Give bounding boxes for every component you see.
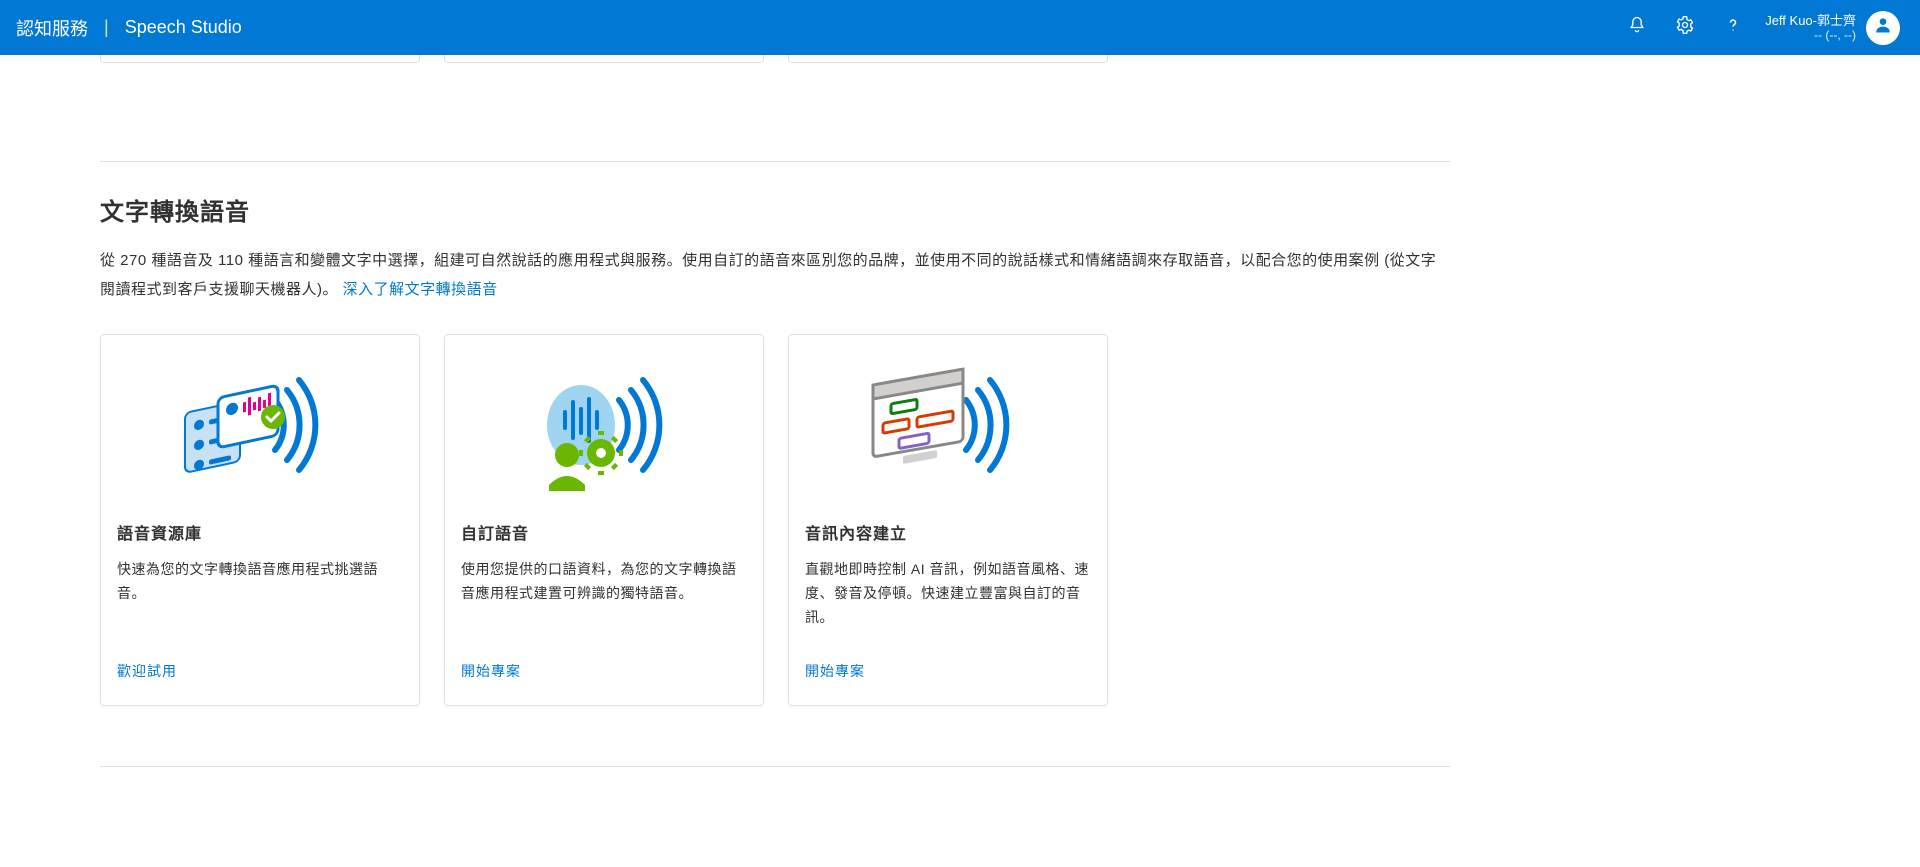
card-custom-voice[interactable]: 自訂語音 使用您提供的口語資料，為您的文字轉換語音應用程式建置可辨識的獨特語音。… (444, 334, 764, 706)
learn-more-link[interactable]: 深入了解文字轉換語音 (343, 281, 498, 298)
app-header: 認知服務 | Speech Studio Jef (0, 0, 1920, 55)
card-action-link[interactable]: 歡迎試用 (101, 629, 419, 681)
card-custom-voice-illustration (445, 335, 763, 520)
section-divider (100, 161, 1450, 162)
previous-card-row (100, 55, 1450, 115)
card-description: 直觀地即時控制 AI 音訊，例如語音風格、速度、發音及停頓。快速建立豐富與自訂的… (789, 558, 1107, 629)
user-name: Jeff Kuo-郭士齊 (1765, 13, 1856, 29)
avatar (1866, 11, 1900, 45)
brand: 認知服務 | Speech Studio (16, 15, 242, 41)
card-action-link[interactable]: 開始專案 (789, 629, 1107, 681)
section-description-text: 從 270 種語音及 110 種語言和變體文字中選擇，組建可自然說話的應用程式與… (100, 252, 1436, 298)
previous-card[interactable] (788, 55, 1108, 63)
card-action-link[interactable]: 開始專案 (445, 629, 763, 681)
bell-icon (1627, 15, 1647, 40)
section-divider (100, 766, 1450, 767)
brand-separator: | (98, 17, 115, 38)
content: 文字轉換語音 從 270 種語音及 110 種語言和變體文字中選擇，組建可自然說… (100, 55, 1450, 867)
custom-voice-icon (519, 355, 689, 500)
card-audio-content-creation[interactable]: 音訊內容建立 直觀地即時控制 AI 音訊，例如語音風格、速度、發音及停頓。快速建… (788, 334, 1108, 706)
audio-content-icon (863, 355, 1033, 500)
person-icon (1873, 15, 1893, 40)
settings-button[interactable] (1661, 0, 1709, 55)
voice-gallery-icon (175, 355, 345, 500)
user-subscription: -- (--, --) (1765, 28, 1856, 42)
brand-cognitive-services[interactable]: 認知服務 (16, 15, 88, 41)
card-voice-gallery[interactable]: 語音資源庫 快速為您的文字轉換語音應用程式挑選語音。 歡迎試用 (100, 334, 420, 706)
card-voice-gallery-illustration (101, 335, 419, 520)
section-title-tts: 文字轉換語音 (100, 192, 1450, 227)
brand-speech-studio[interactable]: Speech Studio (125, 17, 242, 38)
user-text: Jeff Kuo-郭士齊 -- (--, --) (1765, 13, 1856, 43)
section-description-tts: 從 270 種語音及 110 種語言和變體文字中選擇，組建可自然說話的應用程式與… (100, 247, 1450, 304)
previous-card[interactable] (100, 55, 420, 63)
card-audio-content-illustration (789, 335, 1107, 520)
notifications-button[interactable] (1613, 0, 1661, 55)
card-title: 音訊內容建立 (789, 520, 1107, 558)
card-description: 快速為您的文字轉換語音應用程式挑選語音。 (101, 558, 419, 629)
card-title: 自訂語音 (445, 520, 763, 558)
card-description: 使用您提供的口語資料，為您的文字轉換語音應用程式建置可辨識的獨特語音。 (445, 558, 763, 629)
card-title: 語音資源庫 (101, 520, 419, 558)
main-scroll[interactable]: 文字轉換語音 從 270 種語音及 110 種語言和變體文字中選擇，組建可自然說… (0, 55, 1920, 867)
question-icon (1723, 15, 1743, 40)
user-menu[interactable]: Jeff Kuo-郭士齊 -- (--, --) (1757, 11, 1904, 45)
help-button[interactable] (1709, 0, 1757, 55)
gear-icon (1675, 15, 1695, 40)
tts-card-row: 語音資源庫 快速為您的文字轉換語音應用程式挑選語音。 歡迎試用 (100, 334, 1450, 706)
previous-card[interactable] (444, 55, 764, 63)
